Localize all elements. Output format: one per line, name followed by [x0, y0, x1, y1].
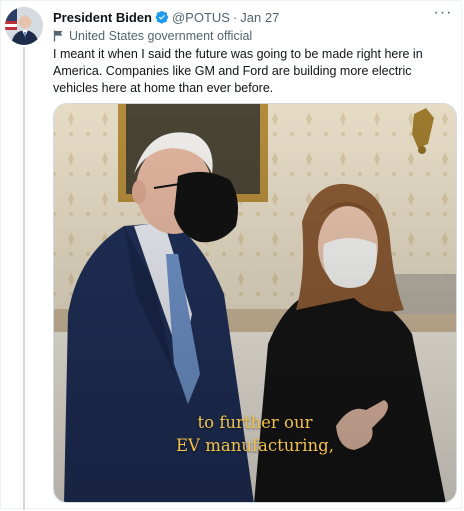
video-media[interactable]: to further our EV manufacturing, [53, 103, 457, 503]
avatar[interactable] [5, 7, 43, 45]
tweet-header: President Biden @POTUS · Jan 27 [53, 8, 279, 26]
more-options-icon[interactable]: ··· [433, 4, 453, 21]
thread-line [23, 47, 25, 510]
verified-badge-icon [155, 10, 169, 24]
more-options-glyph: ··· [433, 4, 453, 21]
government-account-label[interactable]: United States government official [53, 28, 252, 44]
tweet-text: I meant it when I said the future was go… [53, 47, 423, 95]
separator-dot: · [232, 9, 238, 25]
tweet-card[interactable]: President Biden @POTUS · Jan 27 ··· Unit… [0, 0, 462, 510]
account-label-text: United States government official [69, 29, 253, 43]
video-caption-line-1: to further our [197, 413, 313, 432]
flag-icon [53, 30, 63, 42]
author-handle[interactable]: @POTUS [172, 10, 230, 25]
author-name[interactable]: President Biden [53, 10, 152, 25]
tweet-date[interactable]: Jan 27 [240, 10, 279, 25]
video-caption-line-2: EV manufacturing, [176, 436, 334, 455]
